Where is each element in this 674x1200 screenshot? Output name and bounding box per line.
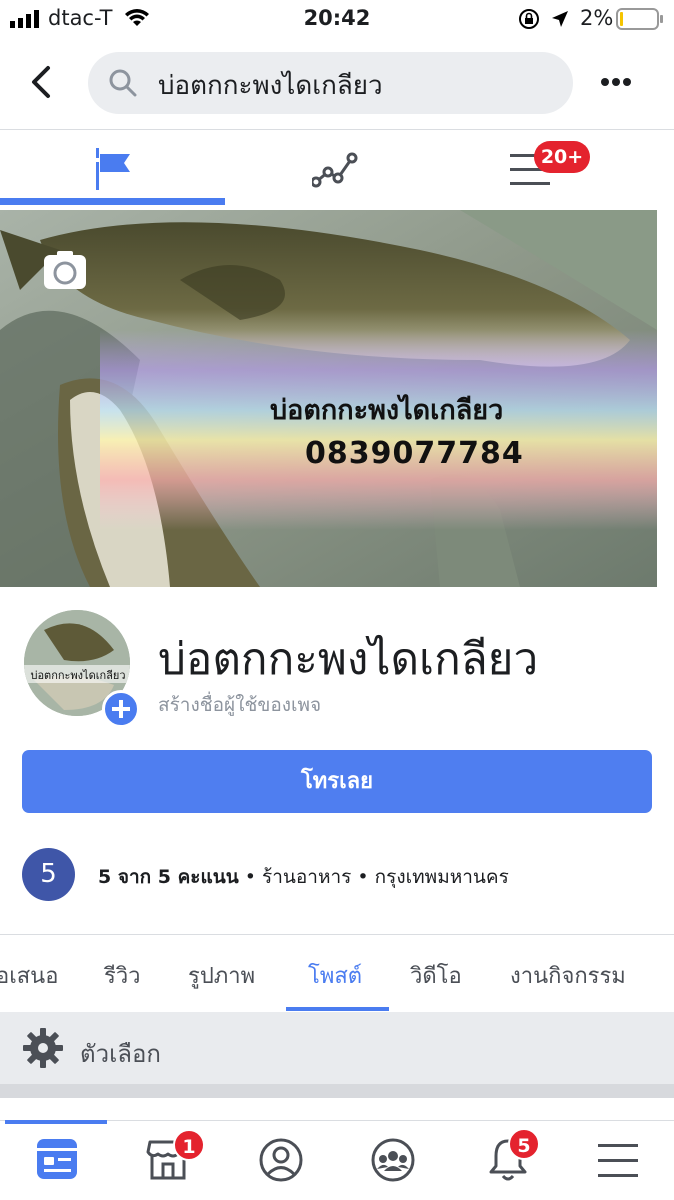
- tab-offers[interactable]: อเสนอ: [0, 958, 58, 993]
- status-bar: dtac-T 20:42 2%: [0, 0, 674, 38]
- facebook-page-screen: dtac-T 20:42 2% บ่อตกกะพงไดเกลียว 20+ บ่…: [0, 0, 674, 1200]
- more-dots-icon[interactable]: [600, 76, 632, 88]
- cover-photo[interactable]: บ่อตกกะพงไดเกลียว 0839077784: [0, 210, 657, 587]
- back-chevron-icon[interactable]: [28, 64, 54, 100]
- notifications-badge: 5: [508, 1128, 540, 1160]
- battery-percent: 2%: [580, 6, 614, 30]
- camera-icon[interactable]: [44, 255, 86, 289]
- rating-text: 5 จาก 5 คะแนน: [98, 866, 239, 888]
- tab-reviews[interactable]: รีวิว: [104, 958, 141, 993]
- page-menu-badge: 20+: [534, 141, 590, 173]
- page-flag-icon[interactable]: [92, 148, 134, 192]
- plus-icon: [112, 700, 130, 718]
- meta-separator: •: [238, 866, 263, 888]
- category-text: ร้านอาหาร: [262, 866, 352, 888]
- avatar-text: บ่อตกกะพงไดเกลียว: [30, 669, 126, 682]
- active-page-tab-indicator: [286, 1007, 389, 1011]
- news-feed-icon[interactable]: [36, 1138, 78, 1180]
- content-separator: [0, 1084, 674, 1098]
- create-username-link[interactable]: สร้างชื่อผู้ใช้ของเพจ: [158, 690, 321, 720]
- insights-icon[interactable]: [312, 150, 360, 190]
- tab-posts[interactable]: โพสต์: [308, 958, 362, 993]
- groups-icon[interactable]: [370, 1137, 416, 1183]
- bottom-active-indicator: [5, 1120, 107, 1124]
- header-divider: [0, 129, 674, 130]
- section-divider: [0, 934, 674, 935]
- menu-icon[interactable]: [598, 1142, 638, 1178]
- gear-icon: [23, 1028, 63, 1068]
- page-meta: 5 จาก 5 คะแนน • ร้านอาหาร • กรุงเทพมหานค…: [98, 862, 509, 892]
- page-title: บ่อตกกะพงไดเกลียว: [158, 634, 539, 685]
- rating-badge[interactable]: 5: [22, 848, 75, 901]
- add-photo-button[interactable]: [102, 690, 140, 728]
- marketplace-badge: 1: [173, 1129, 205, 1161]
- cover-phone-text: 0839077784: [305, 436, 524, 471]
- location-arrow-icon: [552, 11, 568, 27]
- search-query: บ่อตกกะพงไดเกลียว: [158, 71, 383, 101]
- profile-icon[interactable]: [258, 1137, 304, 1183]
- battery-icon: [616, 8, 663, 30]
- options-label: ตัวเลือก: [80, 1040, 161, 1068]
- tab-events[interactable]: งานกิจกรรม: [510, 958, 626, 993]
- rotation-lock-icon: [519, 9, 539, 29]
- clock: 20:42: [303, 6, 371, 30]
- cover-title-text: บ่อตกกะพงไดเกลียว: [270, 395, 504, 426]
- location-text: กรุงเทพมหานคร: [374, 866, 509, 888]
- search-icon: [109, 69, 137, 97]
- tab-photos[interactable]: รูปภาพ: [188, 958, 255, 993]
- search-bar[interactable]: บ่อตกกะพงไดเกลียว: [88, 52, 573, 114]
- call-now-button[interactable]: โทรเลย: [22, 750, 652, 813]
- tab-videos[interactable]: วิดีโอ: [410, 958, 462, 993]
- meta-separator: •: [351, 866, 375, 888]
- active-tab-indicator: [0, 198, 225, 205]
- bottom-tab-bar: [0, 1120, 674, 1200]
